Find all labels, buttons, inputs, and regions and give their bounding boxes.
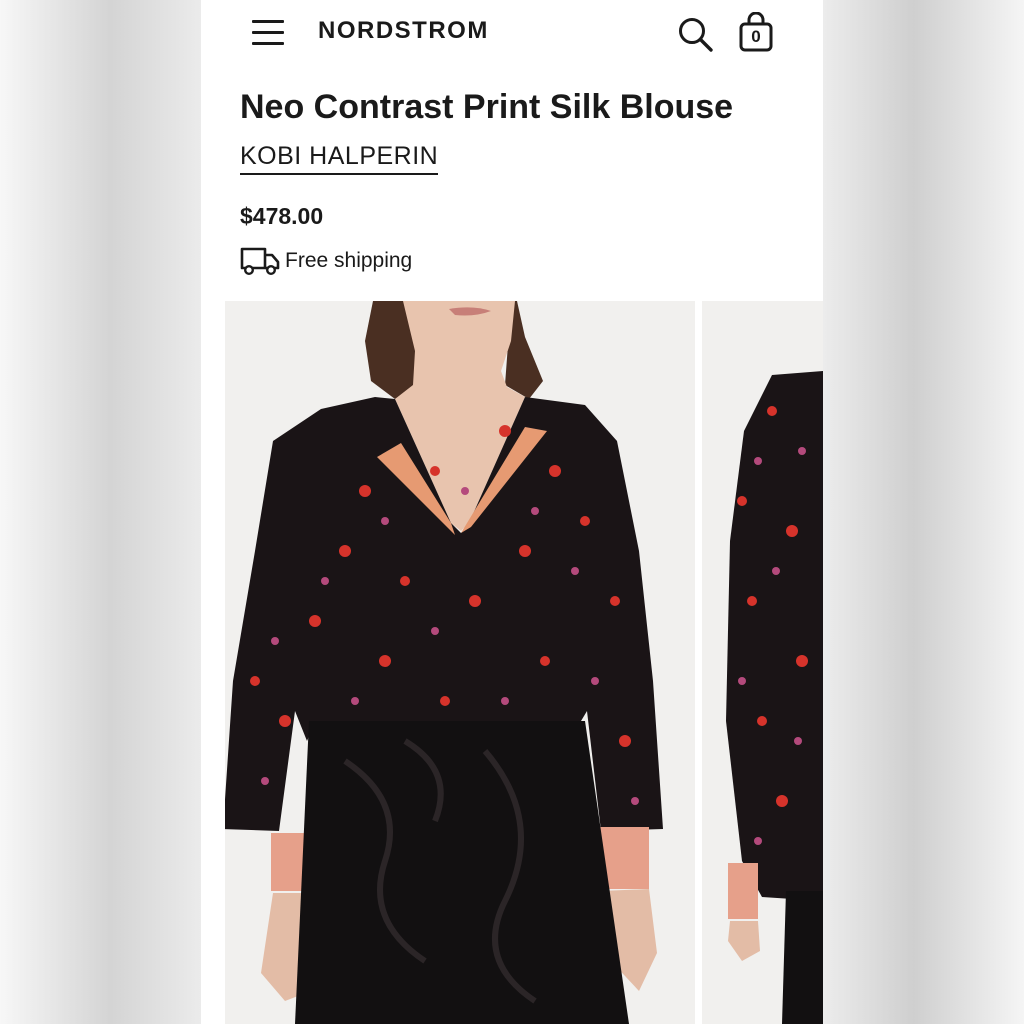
shopping-bag-icon[interactable]: 0 (738, 11, 774, 52)
product-title: Neo Contrast Print Silk Blouse (240, 88, 734, 126)
product-image-front[interactable] (225, 301, 695, 1024)
product-price: $478.00 (240, 203, 324, 229)
shipping-info: Free shipping (240, 246, 412, 276)
product-page: NORDSTROM 0 Neo Contrast Print Silk Blou… (201, 0, 823, 1024)
product-image-side[interactable] (702, 301, 823, 1024)
search-icon[interactable] (677, 16, 715, 54)
bag-count: 0 (751, 27, 761, 46)
blurred-right-border (823, 0, 1024, 1024)
product-gallery[interactable] (225, 301, 823, 1024)
menu-icon[interactable] (252, 18, 284, 46)
truck-icon (240, 247, 280, 276)
brand-logo[interactable]: NORDSTROM (318, 17, 489, 45)
designer-link[interactable]: KOBI HALPERIN (240, 142, 439, 175)
shipping-text: Free shipping (285, 249, 413, 272)
blurred-left-border (0, 0, 201, 1024)
top-navigation-bar: NORDSTROM 0 (201, 0, 823, 70)
